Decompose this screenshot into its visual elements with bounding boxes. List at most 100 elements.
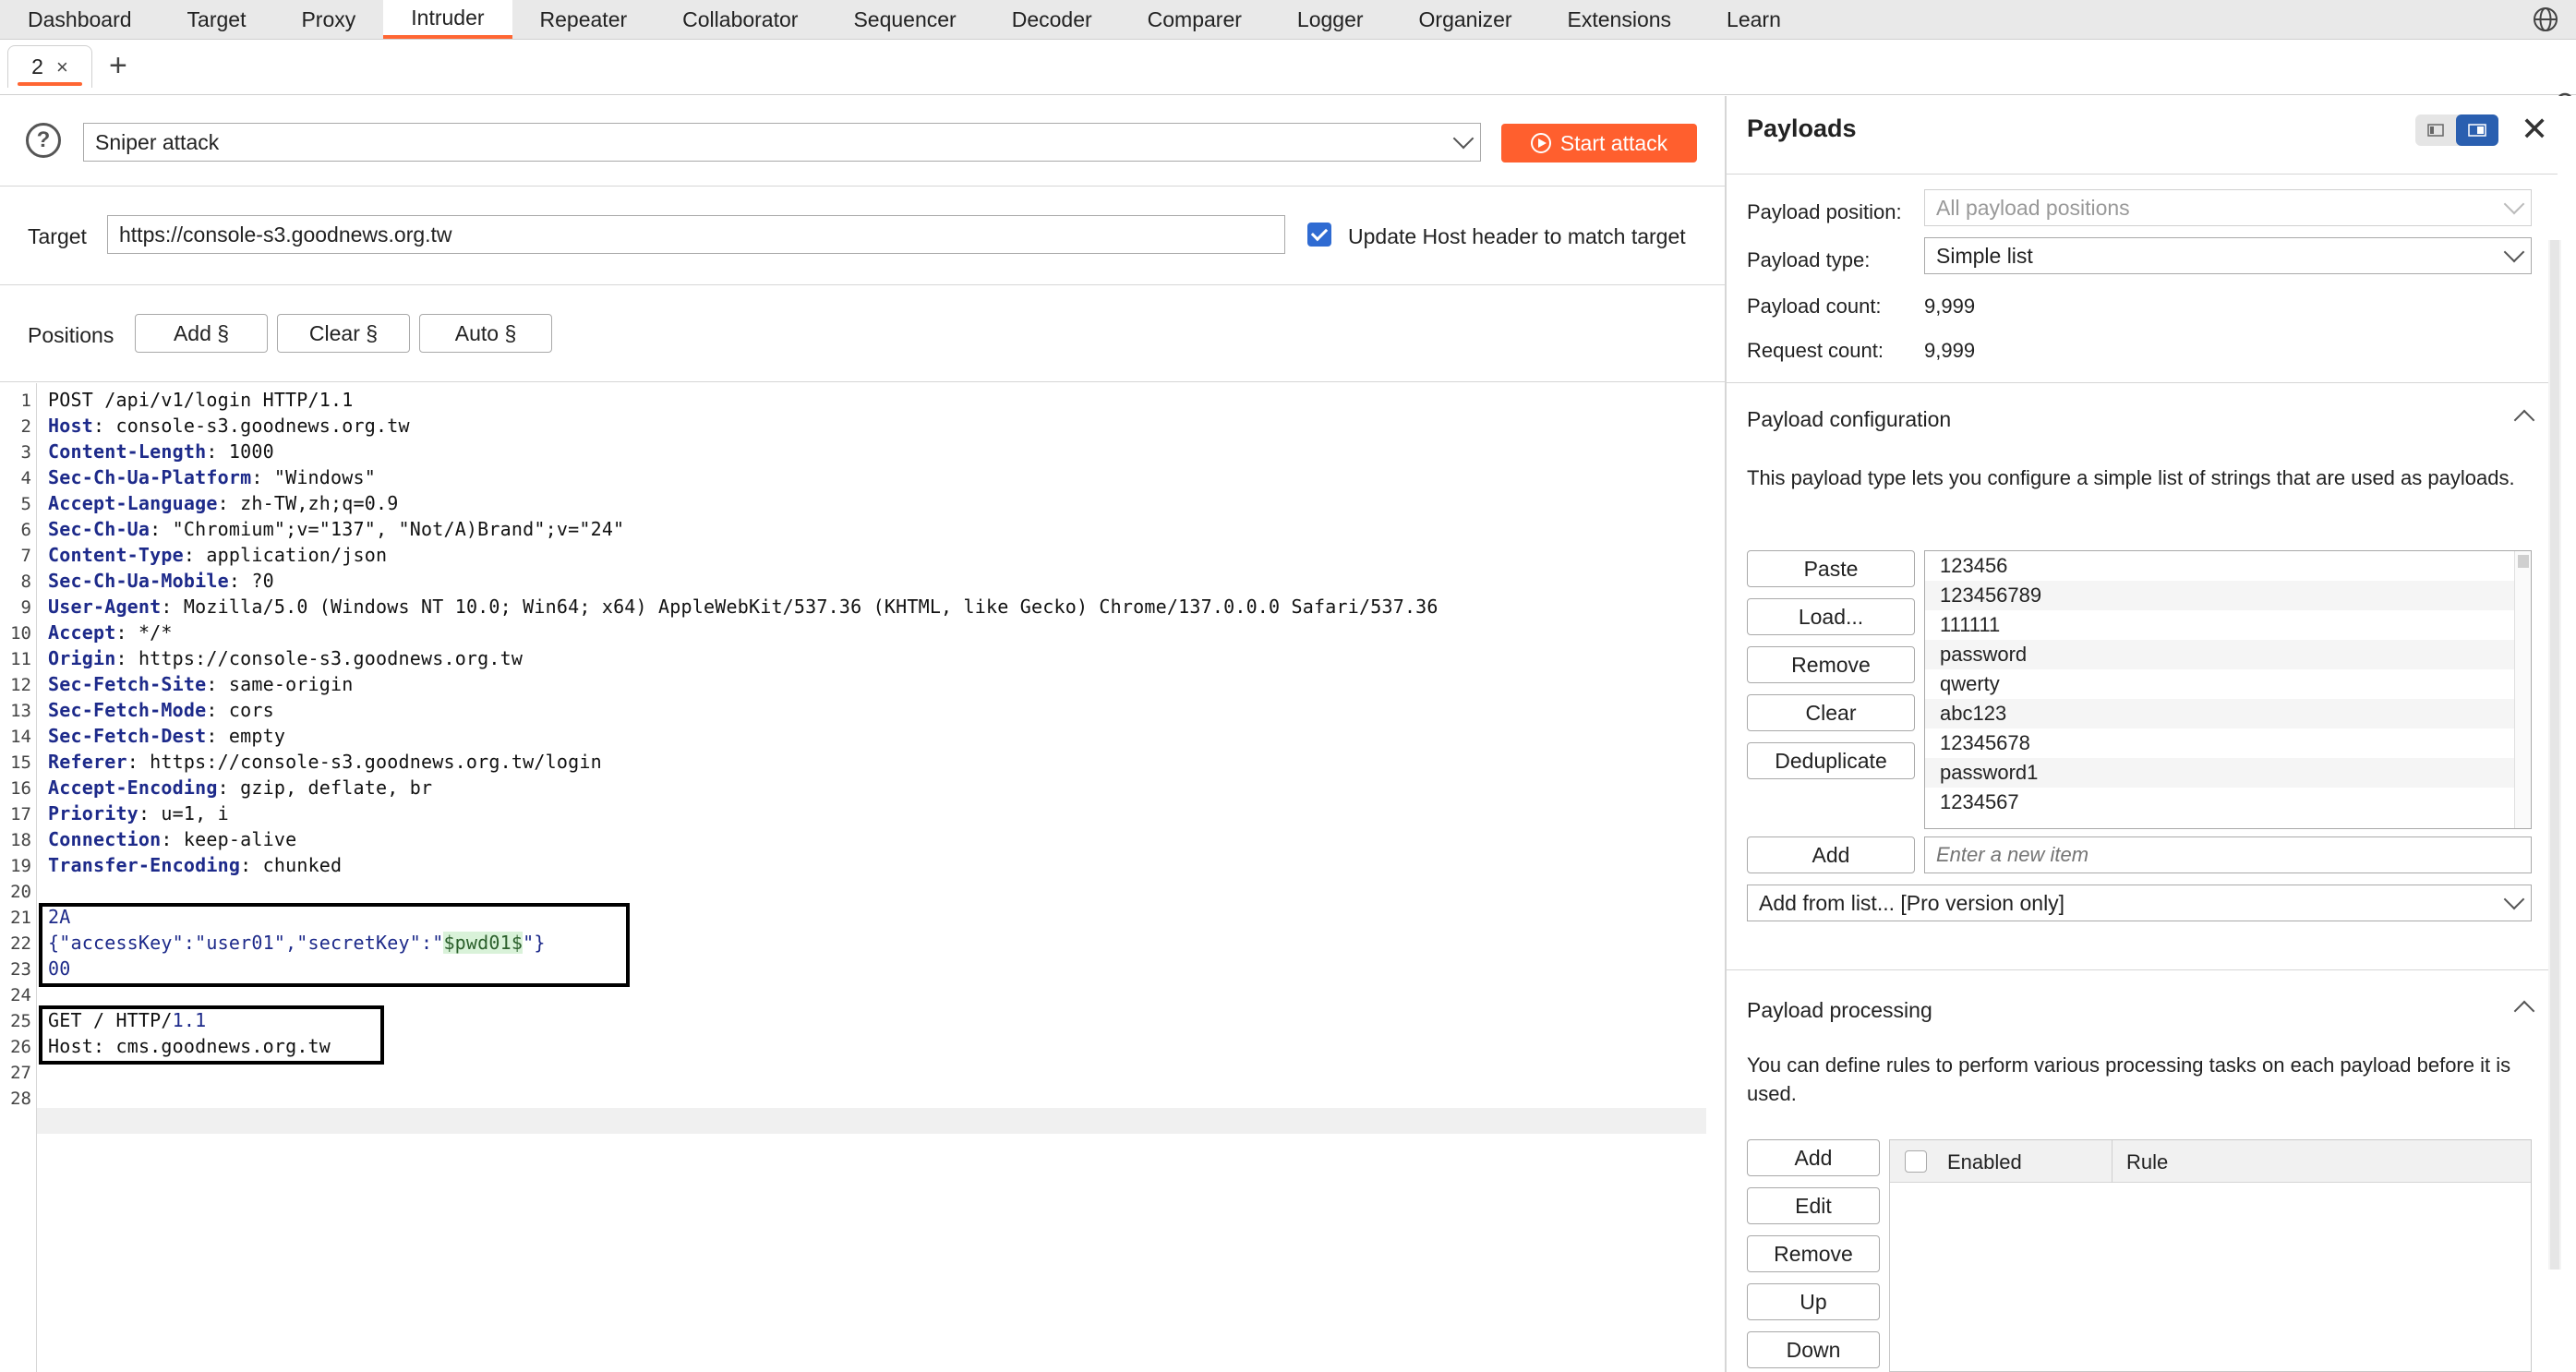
new-item-input[interactable] (1924, 836, 2532, 873)
header-name: Transfer-Encoding (48, 854, 241, 876)
line-number: 9 (20, 597, 31, 618)
line-number: 5 (20, 494, 31, 514)
paste-button[interactable]: Paste (1747, 550, 1915, 587)
load-button[interactable]: Load... (1747, 598, 1915, 635)
collapse-icon[interactable] (2513, 409, 2535, 431)
header-line: Content-Type: application/json (48, 544, 388, 566)
split-pane-icon[interactable] (2456, 114, 2498, 146)
list-scrollbar[interactable] (2514, 551, 2531, 828)
nav-tab-decoder[interactable]: Decoder (984, 0, 1120, 39)
auto-positions-button[interactable]: Auto § (419, 314, 552, 353)
collapse-icon[interactable] (2513, 1000, 2535, 1022)
globe-icon[interactable] (2532, 6, 2559, 33)
chevron-down-icon (2503, 241, 2525, 263)
add-from-list-select[interactable]: Add from list... [Pro version only] (1747, 885, 2532, 921)
line-number: 16 (10, 778, 31, 799)
start-attack-button[interactable]: Start attack (1501, 124, 1697, 162)
move-up-button[interactable]: Up (1747, 1283, 1880, 1320)
attack-type-select[interactable]: Sniper attack (83, 123, 1481, 162)
rule-column-header[interactable]: Rule (2126, 1150, 2168, 1174)
header-value: gzip, deflate, br (228, 776, 433, 799)
list-item[interactable]: 123456 (1925, 551, 2531, 581)
table-header: Enabled Rule (1890, 1140, 2531, 1183)
line-number: 1 (20, 391, 31, 411)
enabled-all-checkbox[interactable] (1905, 1150, 1927, 1173)
layout-toggle[interactable] (2415, 114, 2498, 146)
nav-tab-dashboard[interactable]: Dashboard (0, 0, 160, 39)
nav-tab-collaborator[interactable]: Collaborator (655, 0, 825, 39)
top-navigation: Dashboard Target Proxy Intruder Repeater… (0, 0, 2576, 40)
line-number: 17 (10, 804, 31, 824)
header-line: Connection: keep-alive (48, 828, 297, 850)
scrollbar-thumb[interactable] (2518, 555, 2529, 568)
target-row: Target https://console-s3.goodnews.org.t… (0, 187, 1725, 285)
list-item[interactable]: 111111 (1925, 610, 2531, 640)
help-icon[interactable]: ? (26, 123, 61, 158)
target-label: Target (28, 224, 87, 248)
target-url-input[interactable]: https://console-s3.goodnews.org.tw (107, 215, 1285, 254)
add-tab-icon[interactable]: + (109, 49, 127, 82)
header-value: Mozilla/5.0 (Windows NT 10.0; Win64; x64… (172, 596, 1438, 618)
list-item[interactable]: 12345678 (1925, 728, 2531, 758)
close-icon[interactable]: ✕ (2521, 113, 2548, 146)
header-value: same-origin (217, 673, 354, 695)
payload-processing-description: You can define rules to perform various … (1747, 1053, 2511, 1105)
header-line: Sec-Ch-Ua-Platform: "Windows" (48, 466, 377, 488)
clear-list-button[interactable]: Clear (1747, 694, 1915, 731)
list-item[interactable]: abc123 (1925, 699, 2531, 728)
nav-tab-sequencer[interactable]: Sequencer (825, 0, 983, 39)
edit-rule-button[interactable]: Edit (1747, 1187, 1880, 1224)
enabled-column-header[interactable]: Enabled (1947, 1150, 2022, 1174)
chevron-down-icon (2503, 888, 2525, 910)
nav-tab-target[interactable]: Target (160, 0, 274, 39)
nav-tab-proxy[interactable]: Proxy (273, 0, 383, 39)
nav-tab-comparer[interactable]: Comparer (1120, 0, 1270, 39)
add-item-button[interactable]: Add (1747, 836, 1915, 873)
intruder-tab-label: 2 (31, 54, 43, 78)
payload-type-select[interactable]: Simple list (1924, 237, 2532, 274)
request-pane: ? Sniper attack Start attack Target http… (0, 96, 1725, 1372)
request-editor[interactable]: 1 2 3 4 5 6 7 8 9 10 11 12 13 14 15 16 1… (0, 383, 1725, 1372)
line-number: 2 (20, 416, 31, 437)
payload-position-label: Payload position: (1747, 200, 1902, 223)
payload-settings-section: Payload position: All payload positions … (1727, 174, 2558, 393)
panel-scrollbar[interactable] (2548, 240, 2561, 1270)
add-rule-button[interactable]: Add (1747, 1139, 1880, 1176)
payload-list[interactable]: 123456 123456789 111111 password qwerty … (1924, 550, 2532, 829)
nav-tab-repeater[interactable]: Repeater (512, 0, 656, 39)
current-line-highlight (37, 1108, 1706, 1134)
list-item[interactable]: password1 (1925, 758, 2531, 788)
scrollbar-thumb[interactable] (2550, 240, 2559, 1270)
header-value: console-s3.goodnews.org.tw (104, 415, 410, 437)
column-separator[interactable] (2112, 1140, 2113, 1183)
line-number: 19 (10, 856, 31, 876)
remove-rule-button[interactable]: Remove (1747, 1235, 1880, 1272)
move-down-button[interactable]: Down (1747, 1331, 1880, 1368)
nav-tab-learn[interactable]: Learn (1699, 0, 1809, 39)
list-item[interactable]: 1234567 (1925, 788, 2531, 817)
nav-tab-extensions[interactable]: Extensions (1540, 0, 1700, 39)
payload-position-value: All payload positions (1936, 195, 2130, 220)
deduplicate-button[interactable]: Deduplicate (1747, 742, 1915, 779)
list-item[interactable]: qwerty (1925, 669, 2531, 699)
nav-tab-intruder[interactable]: Intruder (383, 0, 512, 39)
update-host-checkbox[interactable] (1307, 223, 1331, 247)
line-number: 10 (10, 623, 31, 644)
header-value: ?0 (240, 570, 274, 592)
nav-tab-logger[interactable]: Logger (1270, 0, 1391, 39)
list-item[interactable]: 123456789 (1925, 581, 2531, 610)
clear-positions-button[interactable]: Clear § (277, 314, 410, 353)
intruder-tab-2[interactable]: 2 × (7, 45, 92, 88)
add-position-button[interactable]: Add § (135, 314, 268, 353)
processing-rules-table[interactable]: Enabled Rule (1889, 1139, 2532, 1372)
list-item[interactable]: password (1925, 640, 2531, 669)
payload-position-select[interactable]: All payload positions (1924, 189, 2532, 226)
nav-tab-organizer[interactable]: Organizer (1391, 0, 1540, 39)
header-name: Priority (48, 802, 138, 824)
line-number: 3 (20, 442, 31, 463)
positions-label: Positions (28, 323, 114, 347)
remove-item-button[interactable]: Remove (1747, 646, 1915, 683)
single-pane-icon[interactable] (2415, 114, 2456, 146)
header-line: Priority: u=1, i (48, 802, 229, 824)
close-tab-icon[interactable]: × (56, 55, 68, 79)
